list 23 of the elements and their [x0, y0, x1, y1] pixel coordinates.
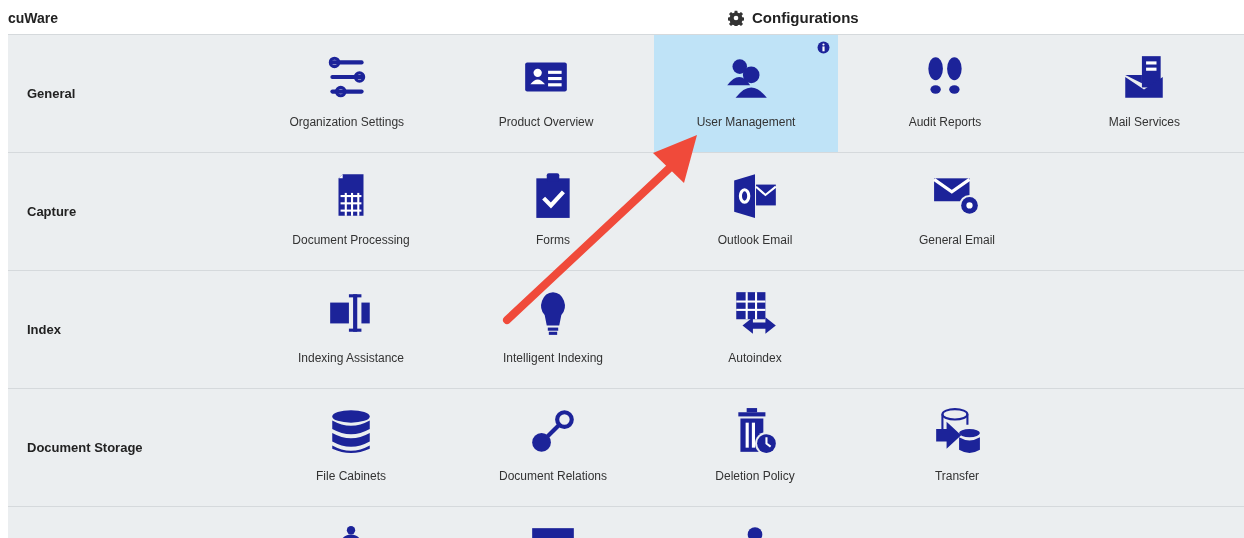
config-tile[interactable]: Document Processing: [250, 153, 452, 270]
config-tile[interactable]: Mail Services: [1044, 35, 1244, 152]
section-label: Document Storage: [27, 438, 143, 457]
config-tile[interactable]: Deletion Policy: [654, 389, 856, 506]
config-tile[interactable]: Forms: [452, 153, 654, 270]
config-tile[interactable]: Transfer: [856, 389, 1058, 506]
section-label: General: [27, 84, 76, 103]
config-tile[interactable]: General Email: [856, 153, 1058, 270]
config-tile[interactable]: User Management: [653, 35, 839, 152]
config-tile[interactable]: Document Relations: [452, 389, 654, 506]
config-tile[interactable]: File Cabinets: [250, 389, 452, 506]
config-tile[interactable]: Product Overview: [446, 35, 646, 152]
settings-icon: [728, 10, 744, 27]
config-tile[interactable]: Organization Settings: [247, 35, 447, 152]
config-tile[interactable]: Outlook Email: [654, 153, 856, 270]
app-name: cuWare: [8, 9, 59, 28]
section-label: Index: [27, 320, 61, 339]
section-label: Capture: [27, 202, 77, 221]
config-tile[interactable]: Autoindex: [654, 271, 856, 388]
config-tile[interactable]: Audit Reports: [845, 35, 1045, 152]
config-tile[interactable]: Indexing Assistance: [250, 271, 452, 388]
config-tile[interactable]: Intelligent Indexing: [452, 271, 654, 388]
page-title: Configurations: [752, 8, 859, 28]
